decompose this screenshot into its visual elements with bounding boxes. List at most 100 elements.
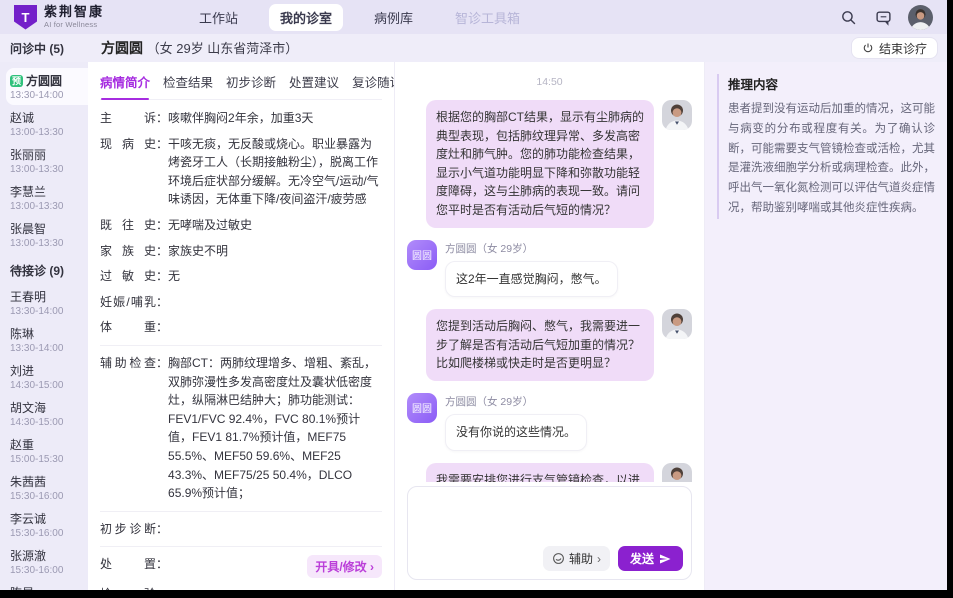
queue-title: 问诊中 (5) — [0, 40, 88, 57]
patient-list-item[interactable]: 赵重15:00-15:30 — [6, 432, 88, 469]
patient-list-item[interactable]: 李云诚15:30-16:00 — [6, 506, 88, 543]
chat-message-patient: 圆圆方圆圆（女 29岁）没有你说的这些情况。 — [407, 393, 692, 451]
record-tab[interactable]: 处置建议 — [289, 72, 339, 91]
chat-timestamp: 14:50 — [407, 76, 692, 88]
record-field: 初步诊断： — [100, 520, 382, 539]
patient-item-name: 陈晨 — [10, 584, 84, 590]
patient-list-item[interactable]: 胡文海14:30-15:00 — [6, 395, 88, 432]
field-value: 干咳无痰，无反酸或烧心。职业暴露为烤瓷牙工人（长期接触粉尘），脱离工作环境后症状… — [168, 135, 382, 209]
patient-item-name: 赵诚 — [10, 109, 84, 126]
doctor-bubble: 我需要安排您进行支气管镜检查，以进一步明确肺部病变性质。这项检查可以帮助我们获取… — [426, 463, 654, 482]
patient-item-time: 13:00-13:30 — [10, 238, 84, 249]
patient-item-name: 胡文海 — [10, 399, 84, 416]
record-field: 主诉：咳嗽伴胸闷2年余，加重3天 — [100, 109, 382, 128]
search-icon[interactable] — [838, 7, 858, 27]
patient-item-time: 13:00-13:30 — [10, 201, 84, 212]
record-field: 体重： — [100, 318, 382, 337]
patient-list-item[interactable]: 预方圆圆13:30-14:00 — [6, 68, 88, 105]
patient-avatar: 圆圆 — [407, 393, 437, 423]
reasoning-block: 推理内容 患者提到没有运动后加重的情况，这可能与病变的分布或程度有关。为了确认诊… — [717, 74, 935, 219]
end-session-button[interactable]: 结束诊疗 — [851, 37, 938, 59]
nav-item[interactable]: 我的诊室 — [269, 4, 343, 31]
patient-avatar: 圆圆 — [407, 240, 437, 270]
record-field: 辅助检查：胸部CT：两肺纹理增多、增粗、紊乱，双肺弥漫性多发高密度灶及囊状低密度… — [100, 354, 382, 503]
patient-item-name: 王春明 — [10, 288, 84, 305]
nav-item[interactable]: 病例库 — [363, 4, 424, 31]
patient-item-name: 李云诚 — [10, 510, 84, 527]
divider — [100, 511, 382, 512]
brand-text: 紫荆智康 AI for Wellness — [44, 5, 104, 28]
prescribe-button[interactable]: 开具/修改 › — [307, 555, 382, 578]
chat-panel: 14:50 根据您的胸部CT结果，显示有尘肺病的典型表现，包括肺纹理异常、多发高密… — [395, 62, 705, 590]
patient-item-name: 朱茜茜 — [10, 473, 84, 490]
screenshot-stage: T 紫荆智康 AI for Wellness 工作站我的诊室病例库智诊工具箱 问… — [0, 0, 953, 598]
power-icon — [862, 42, 874, 54]
record-tab[interactable]: 初步诊断 — [226, 72, 276, 91]
end-session-label: 结束诊疗 — [879, 40, 927, 57]
patient-list-item[interactable]: 李慧兰13:00-13:30 — [6, 179, 88, 216]
record-tabs: 病情简介检查结果初步诊断处置建议复诊随访历史就诊 — [100, 72, 382, 100]
medical-record-panel: 病情简介检查结果初步诊断处置建议复诊随访历史就诊 主诉：咳嗽伴胸闷2年余，加重3… — [88, 62, 395, 590]
composer-actions: 辅助 › 发送 — [416, 546, 683, 571]
patient-list-item[interactable]: 陈晨16:00-16:30 — [6, 580, 88, 590]
patient-item-name: 赵重 — [10, 436, 84, 453]
patient-list-item[interactable]: 张源澈15:30-16:00 — [6, 543, 88, 580]
patient-item-time: 13:30-14:00 — [10, 90, 84, 101]
assist-icon — [552, 552, 565, 565]
patient-list-item[interactable]: 赵诚13:00-13:30 — [6, 105, 88, 142]
doctor-bubble: 您提到活动后胸闷、憋气，我需要进一步了解是否有活动后气短加重的情况？比如爬楼梯或… — [426, 309, 654, 381]
doctor-bubble: 根据您的胸部CT结果，显示有尘肺病的典型表现，包括肺纹理异常、多发高密度灶和肺气… — [426, 100, 654, 228]
field-label: 家族史： — [100, 242, 168, 261]
message-icon[interactable] — [873, 7, 893, 27]
patient-item-name: 李慧兰 — [10, 183, 84, 200]
user-avatar[interactable] — [908, 5, 933, 30]
patient-list-item[interactable]: 刘进14:30-15:00 — [6, 358, 88, 395]
reasoning-panel: 推理内容 患者提到没有运动后加重的情况，这可能与病变的分布或程度有关。为了确认诊… — [705, 62, 947, 590]
record-fields: 主诉：咳嗽伴胸闷2年余，加重3天现病史：干咳无痰，无反酸或烧心。职业暴露为烤瓷牙… — [100, 100, 382, 590]
message-composer[interactable]: 辅助 › 发送 — [407, 486, 692, 580]
field-label: 现病史： — [100, 135, 168, 154]
brand-logo-letter: T — [22, 10, 30, 25]
assist-button[interactable]: 辅助 › — [543, 546, 610, 571]
send-icon — [659, 553, 671, 565]
patient-list-item[interactable]: 陈琳13:30-14:00 — [6, 321, 88, 358]
nav-item[interactable]: 工作站 — [188, 4, 249, 31]
patient-item-time: 13:00-13:30 — [10, 164, 84, 175]
patient-item-time: 13:30-14:00 — [10, 343, 84, 354]
record-tab[interactable]: 检查结果 — [163, 72, 213, 91]
patient-sidebar: 预方圆圆13:30-14:00赵诚13:00-13:30张丽丽13:00-13:… — [0, 62, 88, 590]
brand: T 紫荆智康 AI for Wellness — [14, 5, 154, 30]
field-label: 过敏史： — [100, 267, 168, 286]
message-input[interactable] — [416, 495, 683, 546]
patient-item-time: 14:30-15:00 — [10, 417, 84, 428]
top-navbar: T 紫荆智康 AI for Wellness 工作站我的诊室病例库智诊工具箱 — [0, 0, 947, 34]
send-button[interactable]: 发送 — [618, 546, 683, 571]
doctor-avatar — [662, 309, 692, 339]
field-value: 家族史不明 — [168, 242, 382, 261]
patient-list-item[interactable]: 张丽丽13:00-13:30 — [6, 142, 88, 179]
field-value: 无 — [168, 267, 382, 286]
field-value: 无哮喘及过敏史 — [168, 216, 382, 235]
app-window: T 紫荆智康 AI for Wellness 工作站我的诊室病例库智诊工具箱 问… — [0, 0, 947, 590]
record-field: 处置：开具/修改 › — [100, 555, 382, 578]
patient-item-name: 张晨智 — [10, 220, 84, 237]
patient-bubble: 没有你说的这些情况。 — [445, 414, 587, 451]
patient-item-time: 13:00-13:30 — [10, 127, 84, 138]
record-field: 既往史：无哮喘及过敏史 — [100, 216, 382, 235]
patient-list-item[interactable]: 张晨智13:00-13:30 — [6, 216, 88, 253]
patient-list-item[interactable]: 朱茜茜15:30-16:00 — [6, 469, 88, 506]
patient-item-name: 张源澈 — [10, 547, 84, 564]
record-field: 检验：– — [100, 585, 382, 590]
patient-name: 方圆圆 — [101, 40, 143, 56]
record-tab[interactable]: 病情简介 — [100, 72, 150, 91]
chat-message-doctor: 我需要安排您进行支气管镜检查，以进一步明确肺部病变性质。这项检查可以帮助我们获取… — [407, 463, 692, 482]
chat-message-doctor: 根据您的胸部CT结果，显示有尘肺病的典型表现，包括肺纹理异常、多发高密度灶和肺气… — [407, 100, 692, 228]
patient-list-item[interactable]: 王春明13:30-14:00 — [6, 284, 88, 321]
record-tab[interactable]: 复诊随访 — [352, 72, 395, 91]
field-value: 咳嗽伴胸闷2年余，加重3天 — [168, 109, 382, 128]
patient-bubble: 这2年一直感觉胸闷，憋气。 — [445, 261, 618, 298]
brand-name: 紫荆智康 — [44, 5, 104, 19]
main-content: 预方圆圆13:30-14:00赵诚13:00-13:30张丽丽13:00-13:… — [0, 62, 947, 590]
nav-item[interactable]: 智诊工具箱 — [444, 4, 531, 31]
patient-title: 方圆圆 （女 29岁 山东省菏泽市） — [88, 38, 851, 58]
